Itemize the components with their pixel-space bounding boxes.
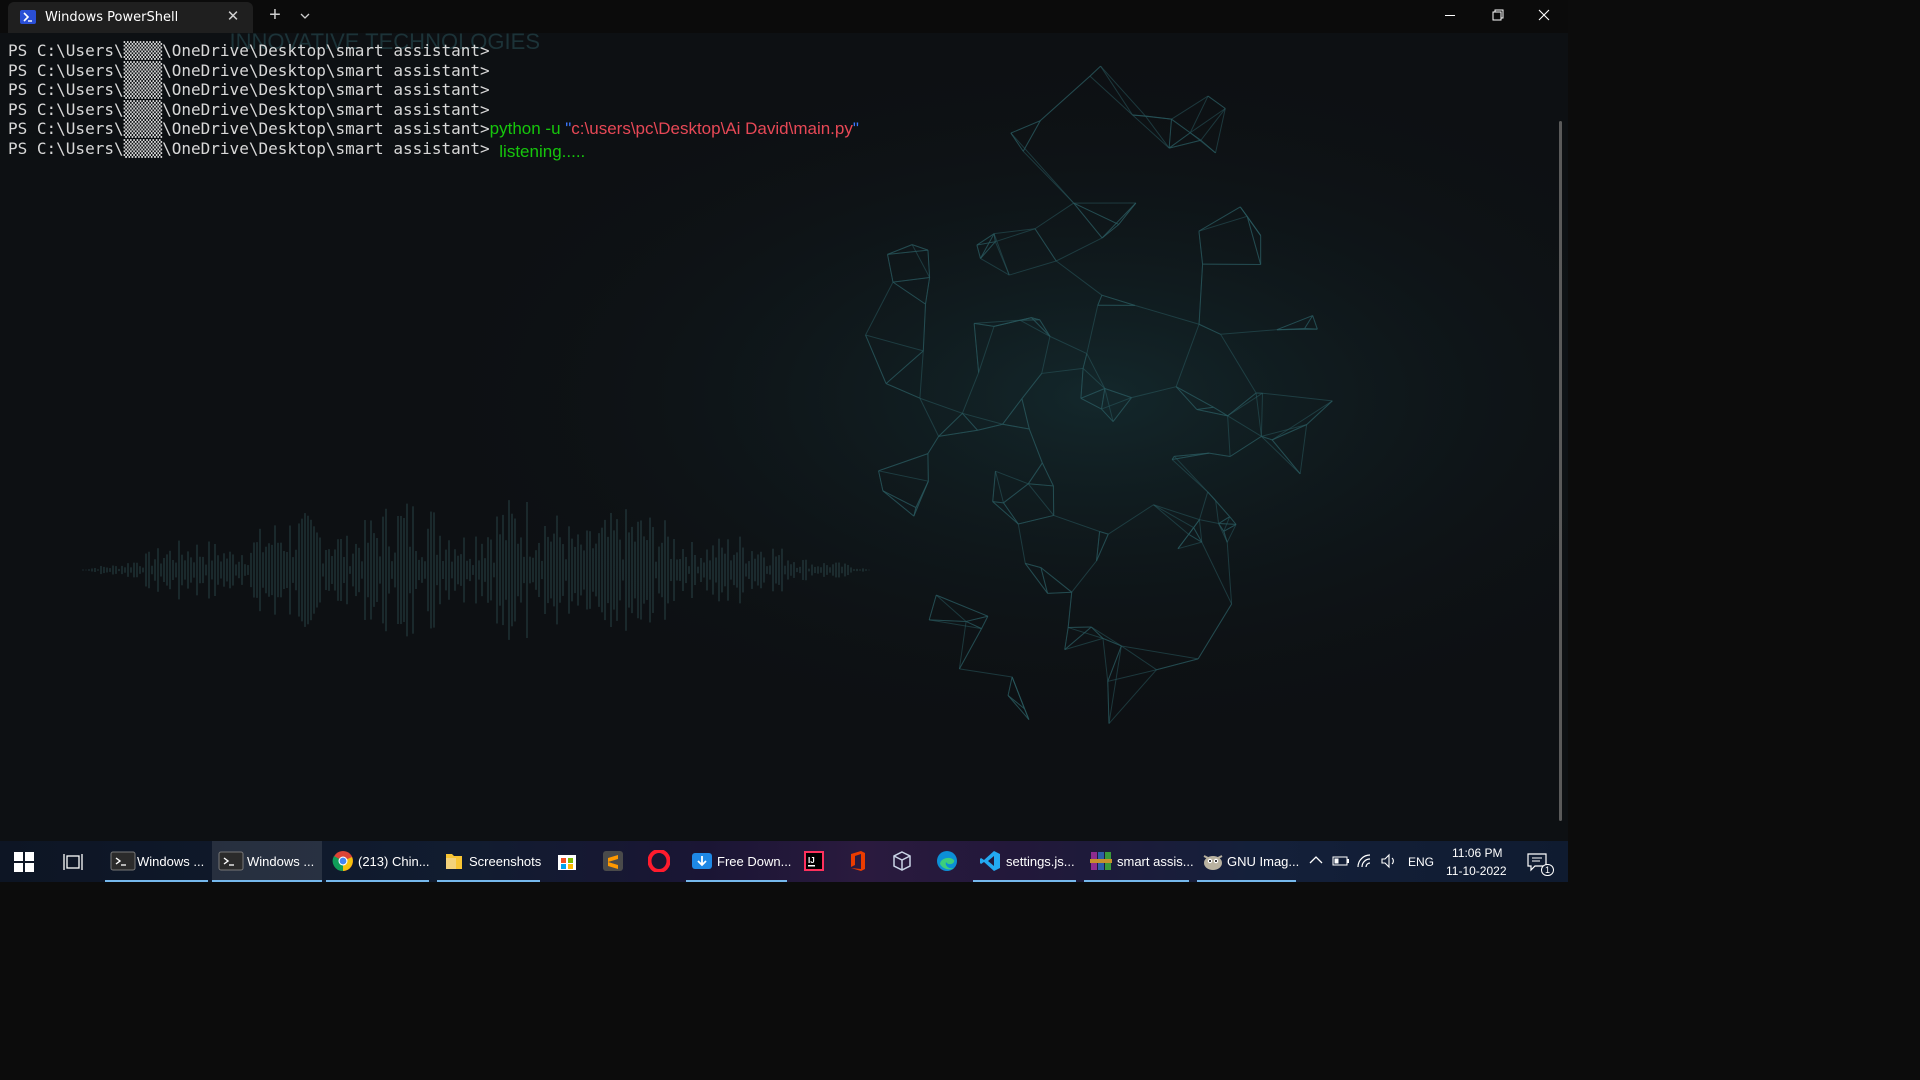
taskbar-item-office[interactable] [836, 841, 880, 882]
speaker-icon [1381, 853, 1394, 869]
clock-button[interactable]: 11:06 PM 11-10-2022 [1440, 841, 1514, 882]
taskbar-item-label: GNU Imag... [1227, 854, 1300, 869]
powershell-icon [20, 10, 36, 24]
new-tab-button[interactable]: + [265, 5, 285, 25]
minimize-button[interactable] [1427, 0, 1473, 31]
gimp-icon [1200, 850, 1226, 872]
prompt-text: PS C:\Users\▒▒▒▒\OneDrive\Desktop\smart … [8, 119, 490, 139]
notification-count: 1 [1541, 864, 1555, 876]
command-text: python -u [489, 119, 566, 139]
sublime-icon [602, 850, 624, 872]
terminal-line: PS C:\Users\▒▒▒▒\OneDrive\Desktop\smart … [8, 61, 859, 81]
taskbar-item-vscode[interactable]: settings.js... [973, 841, 1076, 882]
taskbar-item-edge[interactable] [925, 841, 969, 882]
chrome-icon [332, 850, 354, 872]
listening-output: listening..... [499, 141, 586, 161]
task-view-button[interactable] [50, 841, 96, 882]
network-button[interactable] [1353, 841, 1377, 882]
terminal-line: PS C:\Users\▒▒▒▒\OneDrive\Desktop\smart … [8, 80, 859, 100]
prompt-text: PS C:\Users\▒▒▒▒\OneDrive\Desktop\smart … [8, 138, 490, 158]
svg-text:IJ: IJ [808, 856, 815, 865]
taskbar-item-gimp[interactable]: GNU Imag... [1197, 841, 1300, 882]
taskbar-item-intellij[interactable]: IJ [792, 841, 836, 882]
clock-date: 11-10-2022 [1446, 864, 1507, 878]
edge-icon [936, 850, 958, 872]
taskbar-item-label: Screenshots [469, 854, 542, 869]
intellij-icon: IJ [803, 850, 825, 872]
taskbar-item-windows-terminal-1[interactable]: Windows ... [105, 841, 208, 882]
chevron-up-icon [1309, 856, 1323, 864]
terminal-output: PS C:\Users\▒▒▒▒\OneDrive\Desktop\smart … [8, 41, 859, 161]
taskbar-item-opera[interactable] [637, 841, 681, 882]
prompt-text: PS C:\Users\▒▒▒▒\OneDrive\Desktop\smart … [8, 99, 490, 119]
taskbar: Windows ... Windows ... (213) Chin... Sc… [0, 841, 1568, 882]
terminal-icon [110, 850, 136, 872]
clock-time: 11:06 PM [1452, 846, 1503, 860]
tab-windows-powershell[interactable]: Windows PowerShell ✕ [8, 2, 253, 33]
taskbar-item-virtualbox[interactable] [880, 841, 924, 882]
taskbar-item-store[interactable] [545, 841, 589, 882]
chevron-down-icon[interactable] [296, 6, 314, 26]
winrar-icon [1089, 850, 1112, 872]
taskbar-item-label: Windows ... [247, 854, 315, 869]
terminal-line: PS C:\Users\▒▒▒▒\OneDrive\Desktop\smart … [8, 100, 859, 120]
show-hidden-icons-button[interactable] [1303, 841, 1329, 882]
quote-close: " [852, 119, 859, 139]
taskbar-item-chrome[interactable]: (213) Chin... [326, 841, 430, 882]
terminal-line: PS C:\Users\▒▒▒▒\OneDrive\Desktop\smart … [8, 41, 859, 61]
close-window-button[interactable] [1521, 0, 1567, 31]
start-button[interactable] [0, 841, 48, 882]
language-label: ENG [1408, 855, 1435, 869]
store-icon [556, 850, 578, 872]
taskbar-item-label: Free Down... [717, 854, 792, 869]
close-tab-button[interactable]: ✕ [225, 8, 241, 26]
virtualbox-icon [891, 850, 913, 872]
language-button[interactable]: ENG [1403, 841, 1437, 882]
vscode-icon [979, 850, 1001, 872]
windows-logo-icon [14, 852, 34, 872]
prompt-text: PS C:\Users\▒▒▒▒\OneDrive\Desktop\smart … [8, 60, 490, 80]
terminal-line: PS C:\Users\▒▒▒▒\OneDrive\Desktop\smart … [8, 138, 859, 161]
command-path: c:\users\pc\Desktop\Ai David\main.py [571, 119, 853, 139]
terminal-icon [218, 850, 244, 872]
tab-title: Windows PowerShell [45, 10, 179, 25]
prompt-text: PS C:\Users\▒▒▒▒\OneDrive\Desktop\smart … [8, 41, 490, 60]
volume-button[interactable] [1377, 841, 1401, 882]
wifi-icon [1357, 854, 1371, 868]
task-view-icon [63, 854, 83, 870]
terminal-pane[interactable]: INNOVATIVE TECHNOLOGIES PS C:\Users\▒▒▒▒… [0, 33, 1568, 841]
taskbar-item-free-download-manager[interactable]: Free Down... [686, 841, 791, 882]
office-icon [847, 850, 869, 872]
taskbar-item-label: smart assis... [1117, 854, 1194, 869]
opera-icon [647, 849, 671, 873]
prompt-text: PS C:\Users\▒▒▒▒\OneDrive\Desktop\smart … [8, 80, 490, 100]
taskbar-item-label: (213) Chin... [358, 854, 430, 869]
restore-button[interactable] [1474, 0, 1520, 31]
taskbar-item-windows-terminal-2[interactable]: Windows ... [212, 841, 322, 882]
scrollbar[interactable] [1559, 121, 1562, 821]
download-manager-icon [691, 850, 713, 872]
folder-icon [443, 850, 465, 872]
title-bar: Windows PowerShell ✕ + [0, 0, 1568, 33]
battery-icon [1332, 856, 1349, 866]
battery-button[interactable] [1329, 841, 1353, 882]
taskbar-item-label: Windows ... [137, 854, 205, 869]
taskbar-item-file-explorer[interactable]: Screenshots [437, 841, 542, 882]
taskbar-item-winrar[interactable]: smart assis... [1084, 841, 1194, 882]
taskbar-item-label: settings.js... [1006, 854, 1075, 869]
notification-center-button[interactable]: 1 [1520, 841, 1560, 882]
taskbar-item-sublime[interactable] [591, 841, 635, 882]
terminal-line: PS C:\Users\▒▒▒▒\OneDrive\Desktop\smart … [8, 119, 859, 139]
